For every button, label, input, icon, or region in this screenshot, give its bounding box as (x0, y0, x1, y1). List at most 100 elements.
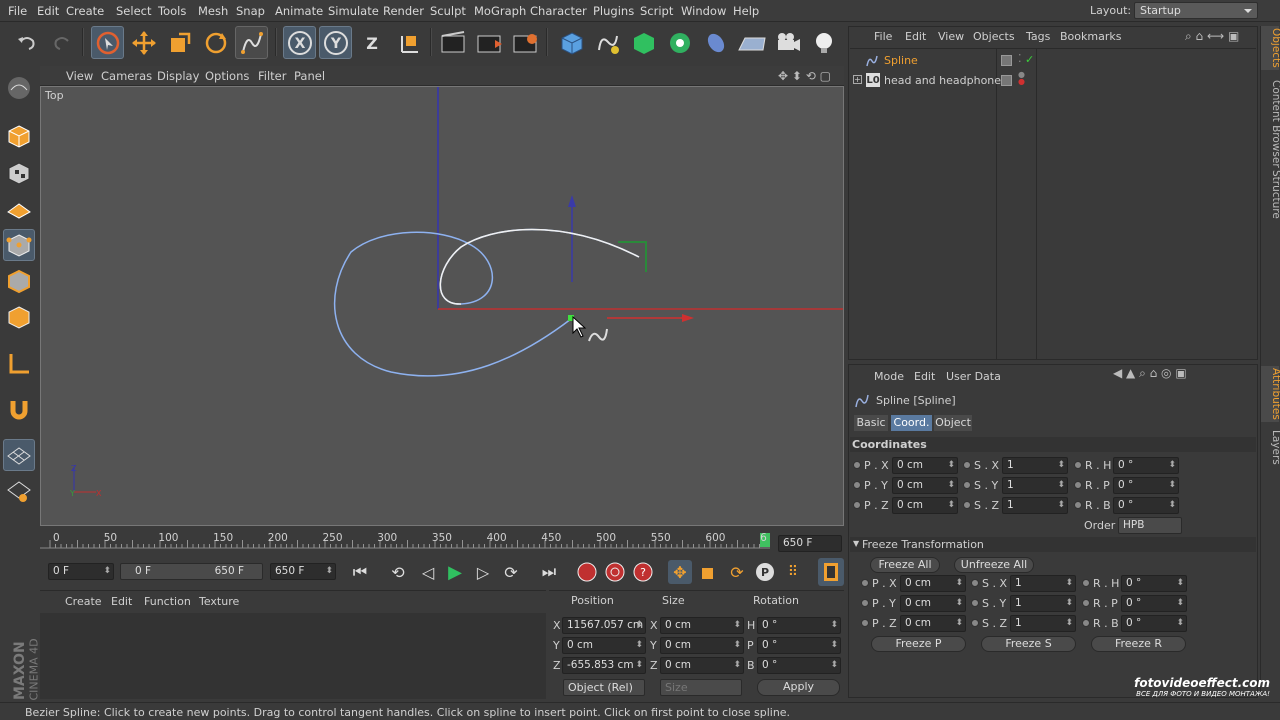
animate-toggle-icon[interactable] (1074, 501, 1082, 509)
side-tab-attributes[interactable]: Attributes (1270, 368, 1280, 420)
magnet-icon[interactable] (3, 393, 35, 425)
polygons-mode-icon[interactable] (3, 301, 35, 333)
spline-visibility-dots[interactable]: ⁚ (1018, 52, 1022, 65)
menu-animate[interactable]: Animate (275, 4, 323, 18)
freeze-p-button[interactable]: Freeze P (871, 636, 966, 652)
render-settings-icon[interactable] (508, 26, 541, 59)
attr-menu-user-data[interactable]: User Data (946, 370, 1001, 383)
attr-field[interactable]: 0 ° (1121, 615, 1187, 632)
animate-toggle-icon[interactable] (971, 599, 979, 607)
play-icon[interactable]: ▶ (442, 560, 468, 584)
coord-position-field[interactable]: 0 cm (562, 637, 646, 654)
viewport-menu-view[interactable]: View (66, 69, 93, 83)
head-visibility-dots[interactable]: ● ● (1018, 71, 1025, 86)
points-mode-icon[interactable] (3, 229, 35, 261)
key-scale-icon[interactable] (697, 560, 721, 584)
attr-nav-icons[interactable]: ◀ ▲ ⌕ ⌂ ◎ ▣ (1113, 366, 1187, 381)
order-dropdown[interactable]: HPB (1118, 517, 1182, 534)
side-tab-structure[interactable]: Structure (1270, 170, 1280, 219)
object-manager-tools[interactable]: ⌕ ⌂ ⟷ ▣ (1185, 29, 1239, 44)
next-frame-icon[interactable]: ▷ (470, 560, 496, 584)
menu-edit[interactable]: Edit (37, 4, 59, 18)
menu-select[interactable]: Select (116, 4, 151, 18)
objects-menu-file[interactable]: File (874, 30, 892, 43)
coord-position-field[interactable]: -655.853 cm (562, 657, 646, 674)
menu-help[interactable]: Help (733, 4, 759, 18)
key-pla-icon[interactable]: ⠿ (781, 560, 805, 584)
animate-toggle-icon[interactable] (971, 579, 979, 587)
attr-field[interactable]: 1 (1010, 615, 1076, 632)
material-menu-texture[interactable]: Texture (199, 595, 239, 608)
side-tab-content-browser[interactable]: Content Browser (1270, 80, 1280, 168)
workplane-lock-icon[interactable] (3, 439, 35, 471)
axis-mode-icon[interactable] (3, 348, 35, 380)
spline-tool-icon[interactable] (235, 26, 268, 59)
coord-position-field[interactable]: 11567.057 cm (562, 617, 646, 634)
viewport-menu-options[interactable]: Options (205, 69, 249, 83)
material-menu-function[interactable]: Function (144, 595, 191, 608)
go-to-end-icon[interactable]: ⏭ (536, 560, 562, 584)
attr-field[interactable]: 0 cm (900, 575, 966, 592)
menu-mesh[interactable]: Mesh (198, 4, 228, 18)
viewport-menu-filter[interactable]: Filter (258, 69, 286, 83)
animate-toggle-icon[interactable] (853, 481, 861, 489)
animate-toggle-icon[interactable] (1082, 579, 1090, 587)
attr-field[interactable]: 0 ° (1113, 477, 1179, 494)
scale-icon[interactable] (163, 26, 196, 59)
animate-toggle-icon[interactable] (971, 619, 979, 627)
layout-dropdown[interactable]: Startup (1134, 2, 1258, 19)
menu-tools[interactable]: Tools (158, 4, 186, 18)
attr-field[interactable]: 0 cm (892, 497, 958, 514)
attr-menu-edit[interactable]: Edit (914, 370, 935, 383)
spline-layer-toggle[interactable] (1001, 55, 1012, 66)
menu-create[interactable]: Create (66, 4, 104, 18)
objects-menu-view[interactable]: View (938, 30, 964, 43)
animate-toggle-icon[interactable] (853, 461, 861, 469)
animate-toggle-icon[interactable] (1074, 461, 1082, 469)
material-menu-create[interactable]: Create (65, 595, 102, 608)
animate-toggle-icon[interactable] (861, 579, 869, 587)
coord-rotation-field[interactable]: 0 ° (757, 637, 841, 654)
menu-snap[interactable]: Snap (236, 4, 265, 18)
viewport-menu-display[interactable]: Display (157, 69, 199, 83)
go-to-start-icon[interactable]: ⏮ (347, 560, 373, 584)
live-selection-icon[interactable] (91, 26, 124, 59)
animate-toggle-icon[interactable] (963, 461, 971, 469)
attr-field[interactable]: 1 (1002, 477, 1068, 494)
keyframe-selection-icon[interactable]: ? (631, 560, 655, 584)
coord-size-field[interactable]: 0 cm (660, 637, 744, 654)
freeze-r-button[interactable]: Freeze R (1091, 636, 1186, 652)
viewport-menu-cameras[interactable]: Cameras (101, 69, 152, 83)
camera-icon[interactable] (771, 26, 804, 59)
material-area[interactable] (40, 613, 546, 699)
viewport-top[interactable]: Top Z X Y (40, 86, 844, 526)
attr-field[interactable]: 1 (1002, 457, 1068, 474)
record-keys-icon[interactable] (575, 560, 599, 584)
spline-enabled-check[interactable]: ✓ (1025, 53, 1034, 66)
coord-rotation-field[interactable]: 0 ° (757, 617, 841, 634)
attr-field[interactable]: 0 ° (1113, 457, 1179, 474)
x-axis-lock-icon[interactable]: X (283, 26, 316, 59)
snap-grid-icon[interactable] (3, 475, 35, 507)
side-tab-layers[interactable]: Layers (1270, 430, 1280, 465)
timeline-window-icon[interactable] (818, 558, 844, 586)
attr-field[interactable]: 0 ° (1113, 497, 1179, 514)
rotate-icon[interactable] (199, 26, 232, 59)
y-axis-lock-icon[interactable]: Y (319, 26, 352, 59)
animate-toggle-icon[interactable] (1082, 599, 1090, 607)
autokey-icon[interactable] (603, 560, 627, 584)
spline-primitive-icon[interactable] (591, 26, 624, 59)
attr-field[interactable]: 1 (1010, 595, 1076, 612)
render-view-icon[interactable] (436, 26, 469, 59)
undo-icon[interactable] (10, 26, 43, 59)
attr-menu-mode[interactable]: Mode (874, 370, 904, 383)
coord-size-field[interactable]: 0 cm (660, 617, 744, 634)
attr-field[interactable]: 0 ° (1121, 595, 1187, 612)
next-key-icon[interactable]: ⟳ (498, 560, 524, 584)
texture-mode-icon[interactable] (3, 157, 35, 189)
menu-simulate[interactable]: Simulate (328, 4, 379, 18)
mograph-cloner-icon[interactable] (663, 26, 696, 59)
unfreeze-all-button[interactable]: Unfreeze All (954, 557, 1034, 573)
objects-menu-objects[interactable]: Objects (973, 30, 1015, 43)
animate-toggle-icon[interactable] (963, 501, 971, 509)
